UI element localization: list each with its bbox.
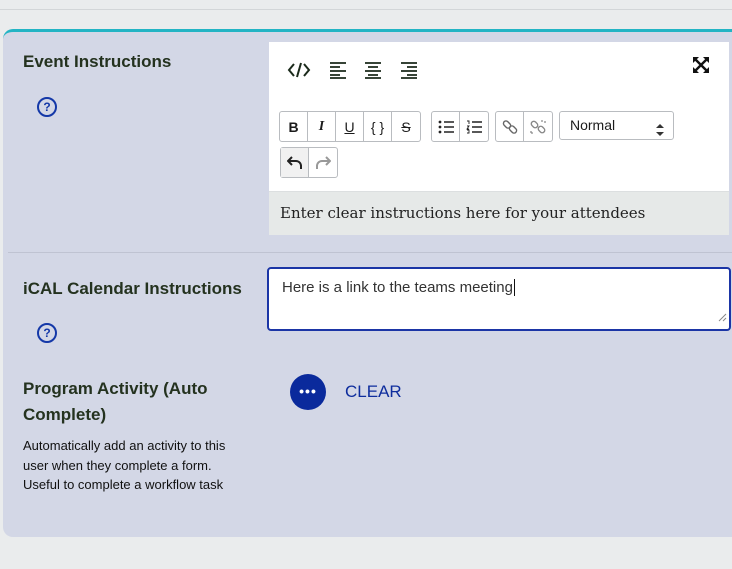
question-circle-icon[interactable]: ? — [37, 97, 57, 117]
fullscreen-icon[interactable] — [692, 56, 710, 79]
strikethrough-button[interactable]: S — [392, 112, 420, 141]
clear-button[interactable]: CLEAR — [345, 382, 402, 402]
unlink-icon[interactable] — [524, 112, 552, 141]
bullet-list-icon[interactable] — [432, 112, 460, 141]
program-activity-description: Automatically add an activity to this us… — [23, 436, 238, 495]
align-right-icon[interactable] — [400, 61, 418, 84]
code-block-button[interactable]: { } — [364, 112, 392, 141]
text-style-value: Normal — [570, 117, 616, 133]
description-line: Automatically add an activity to this — [23, 438, 226, 453]
underline-button[interactable]: U — [336, 112, 364, 141]
link-icon[interactable] — [496, 112, 524, 141]
italic-button[interactable]: I — [308, 112, 336, 141]
description-line: user when they complete a form. — [23, 457, 212, 473]
ical-instructions-textarea[interactable]: Here is a link to the teams meeting — [267, 267, 731, 331]
program-activity-label-line2: Complete) — [23, 405, 107, 424]
rich-text-editor: B I U { } S Normal Enter clear instructi… — [269, 42, 729, 235]
top-divider — [0, 9, 732, 10]
description-line: Useful to complete a workflow task — [23, 477, 224, 492]
history-button-group — [280, 147, 338, 178]
align-center-icon[interactable] — [364, 61, 382, 84]
instructions-editor-area[interactable]: Enter clear instructions here for your a… — [269, 191, 729, 235]
code-icon[interactable] — [287, 60, 311, 85]
undo-icon[interactable] — [281, 148, 309, 177]
text-cursor — [513, 279, 515, 296]
question-circle-icon[interactable]: ? — [37, 323, 57, 343]
bold-button[interactable]: B — [280, 112, 308, 141]
ical-instructions-label: iCAL Calendar Instructions — [23, 279, 242, 298]
event-instructions-label: Event Instructions — [23, 52, 172, 71]
align-left-icon[interactable] — [329, 61, 347, 84]
text-style-select[interactable]: Normal — [559, 111, 674, 140]
program-activity-label-line1: Program Activity (Auto — [23, 379, 208, 398]
resize-handle-icon[interactable] — [718, 309, 727, 327]
redo-icon[interactable] — [309, 148, 337, 177]
more-options-button[interactable]: ••• — [290, 374, 326, 410]
section-divider — [8, 252, 732, 253]
link-button-group — [495, 111, 553, 142]
numbered-list-icon[interactable] — [460, 112, 488, 141]
ical-instructions-value: Here is a link to the teams meeting — [282, 279, 513, 296]
select-caret-icon — [655, 119, 665, 146]
format-button-group: B I U { } S — [279, 111, 421, 142]
list-button-group — [431, 111, 489, 142]
